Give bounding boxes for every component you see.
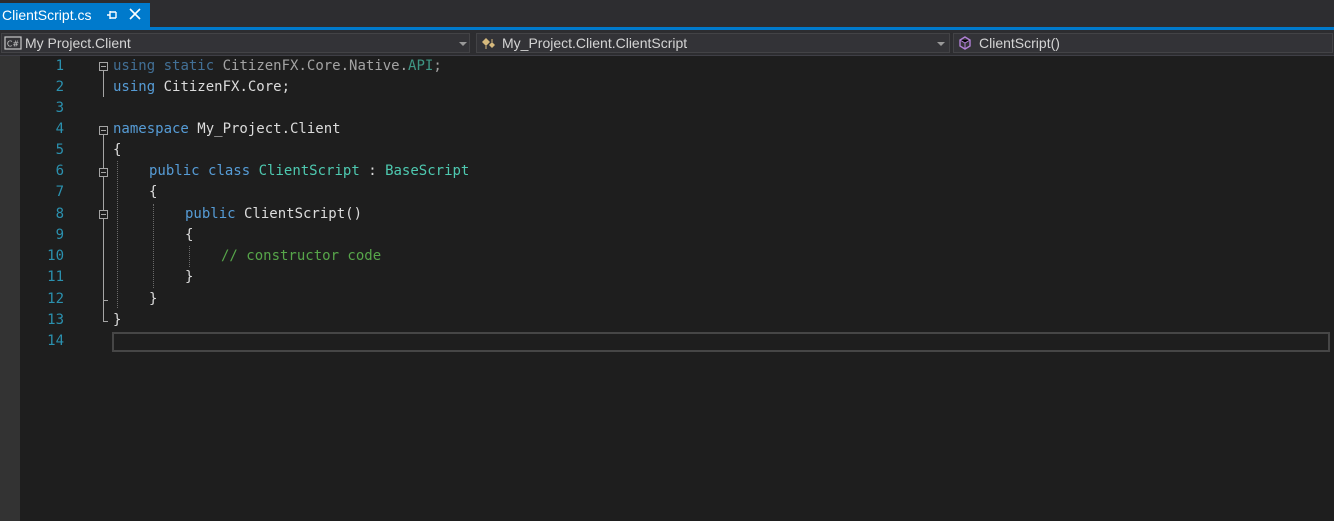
code-line-11: } (185, 269, 194, 285)
indent-guide (153, 204, 154, 288)
line-number: 3 (55, 100, 64, 116)
chevron-down-icon (935, 34, 947, 52)
chevron-down-icon (457, 34, 469, 52)
outline-line (103, 135, 104, 321)
code-line-12: } (149, 291, 158, 307)
indent-guide (117, 161, 118, 308)
indicator-margin (0, 56, 20, 521)
project-dropdown-label: My Project.Client (25, 35, 131, 51)
line-number: 4 (55, 121, 64, 137)
class-icon (480, 35, 498, 51)
code-editor[interactable]: 1 2 3 4 5 6 7 8 9 10 11 12 13 14 using s… (0, 56, 1334, 521)
member-dropdown-label: ClientScript() (979, 35, 1060, 51)
csharp-project-icon: C# (4, 35, 22, 51)
type-dropdown-label: My_Project.Client.ClientScript (502, 35, 688, 51)
collapse-toggle[interactable] (99, 62, 108, 71)
line-number: 2 (55, 79, 64, 95)
line-number: 9 (55, 227, 64, 243)
document-tab-strip: ClientScript.cs (0, 0, 1334, 30)
project-dropdown[interactable]: C# My Project.Client (1, 33, 470, 53)
line-number: 7 (55, 184, 64, 200)
line-number: 14 (47, 333, 64, 349)
line-number: 6 (55, 163, 64, 179)
navigation-bar: C# My Project.Client My_Project.Client.C… (0, 30, 1334, 56)
code-line-9: { (185, 227, 194, 243)
line-number: 10 (47, 248, 64, 264)
code-line-7: { (149, 184, 158, 200)
current-line-highlight[interactable] (112, 332, 1330, 352)
close-icon[interactable] (127, 3, 143, 27)
collapse-toggle[interactable] (99, 126, 108, 135)
code-line-4: namespace My_Project.Client (113, 121, 341, 137)
tab-title: ClientScript.cs (2, 7, 92, 23)
member-dropdown[interactable]: ClientScript() (953, 33, 1333, 53)
pin-icon[interactable] (105, 3, 119, 27)
method-icon (957, 35, 975, 51)
code-line-10: // constructor code (221, 248, 382, 264)
type-dropdown[interactable]: My_Project.Client.ClientScript (476, 33, 950, 53)
line-number: 1 (55, 58, 64, 74)
tab-clientscript[interactable]: ClientScript.cs (0, 3, 150, 27)
code-line-13: } (113, 312, 122, 328)
line-number: 8 (55, 206, 64, 222)
collapse-toggle[interactable] (99, 210, 108, 219)
collapse-toggle[interactable] (99, 168, 108, 177)
line-number: 11 (47, 269, 64, 285)
line-number: 5 (55, 142, 64, 158)
indent-guide (189, 246, 190, 267)
line-number: 13 (47, 312, 64, 328)
svg-text:C#: C# (7, 40, 20, 49)
code-line-2: using CitizenFX.Core; (113, 79, 291, 95)
code-line-8: public ClientScript() (185, 206, 363, 222)
outline-line (103, 71, 104, 97)
line-number: 12 (47, 291, 64, 307)
code-line-1: using static CitizenFX.Core.Native.API; (113, 58, 442, 74)
code-line-5: { (113, 142, 122, 158)
code-line-6: public class ClientScript : BaseScript (149, 163, 470, 179)
outline-end (103, 321, 108, 322)
outline-end (103, 300, 108, 301)
